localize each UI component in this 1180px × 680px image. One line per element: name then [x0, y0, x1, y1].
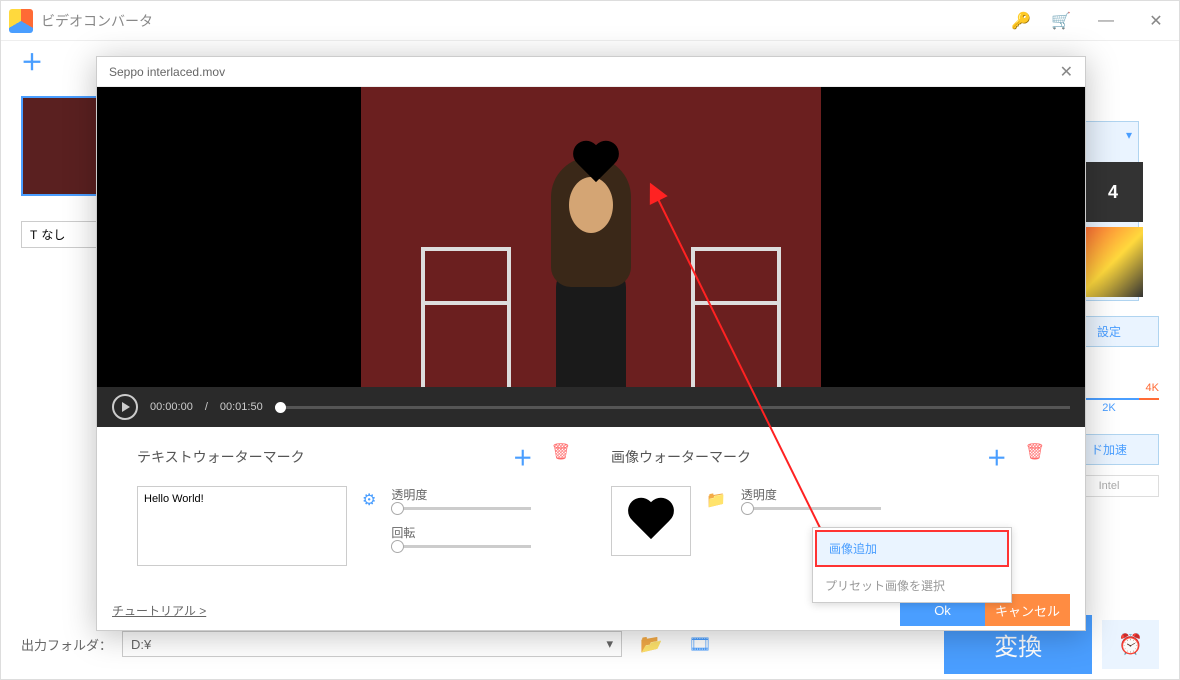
- chevron-down-icon: ▾: [1126, 128, 1132, 142]
- dropdown-add-image[interactable]: 画像追加: [815, 530, 1009, 567]
- slider-knob[interactable]: [391, 540, 404, 553]
- slider-knob[interactable]: [741, 502, 754, 515]
- image-opacity-slider[interactable]: [741, 507, 881, 510]
- heart-icon: [626, 499, 676, 544]
- time-current: 00:00:00: [150, 401, 193, 413]
- sidebar-left: T なし: [21, 96, 101, 248]
- dialog-title: Seppo interlaced.mov: [109, 65, 225, 79]
- chair-decor: [421, 247, 511, 387]
- video-controls: 00:00:00 / 00:01:50: [97, 387, 1085, 427]
- watermark-text-input[interactable]: [137, 486, 347, 566]
- video-frame: [361, 87, 821, 387]
- add-file-button[interactable]: ＋: [21, 45, 43, 77]
- merge-icon[interactable]: 🎞: [680, 634, 719, 655]
- schedule-button[interactable]: ⏰: [1102, 620, 1159, 669]
- time-total: 00:01:50: [220, 401, 263, 413]
- text-opacity-slider[interactable]: [391, 507, 531, 510]
- format-preview-tile: [1083, 227, 1143, 297]
- text-settings-icon[interactable]: ⚙: [362, 490, 376, 510]
- rotate-label: 回転: [391, 524, 571, 541]
- seek-knob[interactable]: [275, 402, 286, 413]
- output-folder-path: D:¥: [131, 637, 151, 652]
- res-4k: 4K: [1146, 382, 1159, 394]
- tutorial-link[interactable]: チュートリアル >: [112, 602, 206, 619]
- dropdown-preset-image[interactable]: プリセット画像を選択: [813, 569, 1011, 602]
- play-button[interactable]: [112, 394, 138, 420]
- key-icon[interactable]: 🔑: [1011, 11, 1031, 31]
- open-folder-icon[interactable]: 📂: [632, 634, 670, 655]
- image-watermark-preview[interactable]: [611, 486, 691, 556]
- image-watermark-heading: 画像ウォーターマーク: [611, 447, 751, 467]
- video-preview: [97, 87, 1085, 387]
- heart-watermark-overlay[interactable]: [571, 142, 621, 187]
- slider-knob[interactable]: [391, 502, 404, 515]
- text-watermark-heading: テキストウォーターマーク: [137, 447, 305, 467]
- add-image-watermark-button[interactable]: ＋: [987, 442, 1007, 471]
- opacity-label: 透明度: [741, 486, 1045, 503]
- chair-decor: [691, 247, 781, 387]
- text-watermark-section: テキストウォーターマーク ＋ 🗑 ⚙ 透明度 回転: [137, 442, 571, 566]
- minimize-button[interactable]: —: [1091, 12, 1121, 30]
- output-folder-label: 出力フォルダ：: [21, 635, 112, 654]
- cart-icon[interactable]: 🛒: [1051, 11, 1071, 31]
- chevron-down-icon: ▾: [606, 636, 613, 652]
- text-rotate-slider[interactable]: [391, 545, 531, 548]
- opacity-label: 透明度: [391, 486, 571, 503]
- add-text-watermark-button[interactable]: ＋: [513, 442, 533, 471]
- video-thumbnail[interactable]: [21, 96, 101, 196]
- dialog-titlebar: Seppo interlaced.mov ✕: [97, 57, 1085, 87]
- output-folder-select[interactable]: D:¥ ▾: [122, 631, 622, 657]
- watermark-dialog: Seppo interlaced.mov ✕ 00:00:00 / 00:01:…: [96, 56, 1086, 631]
- subtitle-none-tab[interactable]: T なし: [21, 221, 101, 248]
- seek-bar[interactable]: [275, 406, 1070, 409]
- subtitle-none-label: なし: [41, 226, 65, 243]
- app-logo-icon: [9, 9, 33, 33]
- close-button[interactable]: ✕: [1141, 11, 1171, 31]
- text-icon: T: [30, 228, 37, 242]
- image-source-dropdown: 画像追加 プリセット画像を選択: [812, 527, 1012, 603]
- dialog-close-button[interactable]: ✕: [1060, 62, 1073, 82]
- delete-text-watermark-button[interactable]: 🗑: [551, 442, 571, 471]
- app-title: ビデオコンバータ: [41, 11, 153, 31]
- format-mp4-tile: 4: [1083, 162, 1143, 222]
- titlebar: ビデオコンバータ 🔑 🛒 — ✕: [1, 1, 1179, 41]
- browse-image-icon[interactable]: 📁: [706, 490, 726, 510]
- time-separator: /: [205, 401, 208, 413]
- delete-image-watermark-button[interactable]: 🗑: [1025, 442, 1045, 471]
